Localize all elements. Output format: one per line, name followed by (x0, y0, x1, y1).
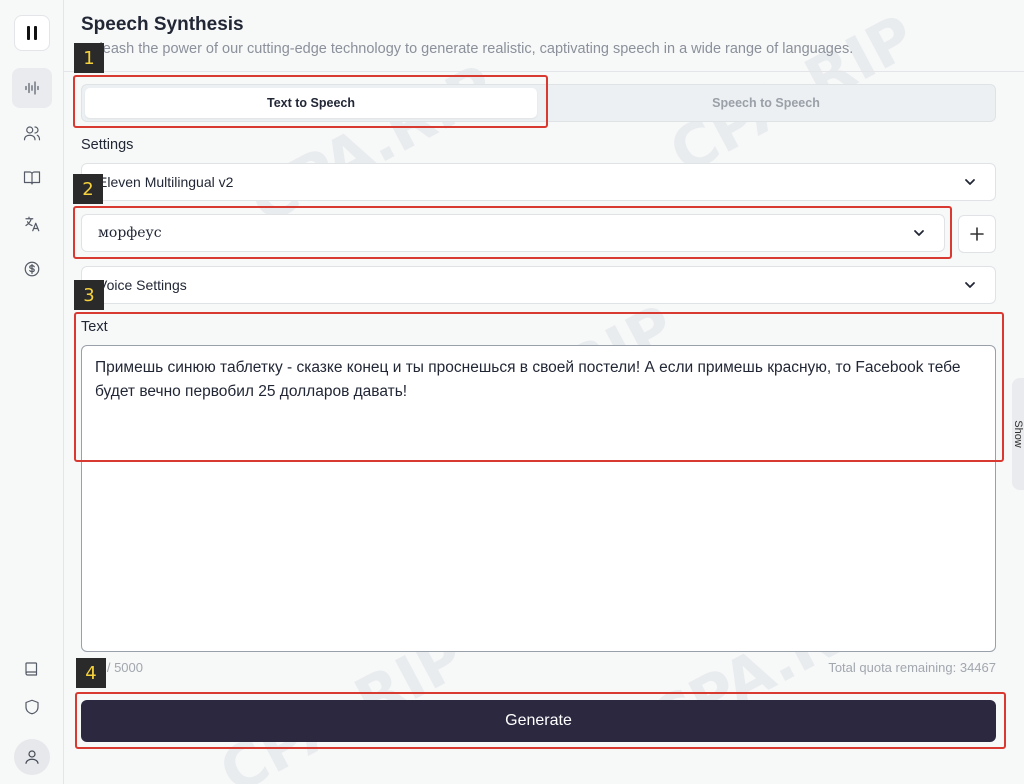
show-panel-tab[interactable]: Show (1012, 378, 1024, 490)
sidebar-item-dubbing[interactable] (12, 204, 52, 244)
app-logo-icon[interactable] (14, 15, 50, 51)
annotation-box-1 (73, 75, 548, 128)
open-book-icon (23, 171, 41, 185)
sidebar-item-billing[interactable] (12, 249, 52, 289)
chevron-down-icon (963, 278, 977, 292)
annotation-box-3 (74, 312, 1004, 462)
dollar-circle-icon (24, 261, 40, 277)
page-title: Speech Synthesis (81, 14, 244, 35)
translate-icon (25, 216, 40, 232)
header-divider (64, 71, 1024, 72)
chevron-down-icon (963, 175, 977, 189)
sidebar-item-docs[interactable] (12, 649, 52, 689)
annotation-label-1: 1 (74, 43, 104, 73)
settings-label: Settings (81, 137, 134, 153)
annotation-box-4 (75, 692, 1006, 749)
user-icon (25, 750, 39, 764)
plus-icon (970, 227, 984, 241)
annotation-label-2: 2 (73, 174, 103, 204)
show-label: Show (1012, 420, 1024, 448)
sidebar-item-projects[interactable] (12, 158, 52, 198)
avatar[interactable] (14, 739, 50, 775)
annotation-label-3: 3 (74, 280, 104, 310)
sidebar-item-security[interactable] (12, 687, 52, 727)
add-voice-button[interactable] (958, 215, 996, 253)
voice-settings-label: Voice Settings (98, 277, 187, 293)
users-icon (23, 126, 41, 141)
annotation-box-2 (73, 206, 952, 259)
shield-icon (25, 699, 39, 715)
page-subtitle: Unleash the power of our cutting-edge te… (81, 41, 854, 57)
model-select-value: Eleven Multilingual v2 (98, 174, 234, 190)
quota-remaining: Total quota remaining: 34467 (828, 660, 996, 675)
waveform-icon (25, 81, 39, 95)
annotation-label-4: 4 (76, 658, 106, 688)
tab-speech-to-speech[interactable]: Speech to Speech (540, 88, 992, 118)
model-select[interactable]: Eleven Multilingual v2 (81, 163, 996, 201)
book-icon (25, 662, 38, 676)
voice-settings-select[interactable]: Voice Settings (81, 266, 996, 304)
sidebar-item-voices[interactable] (12, 113, 52, 153)
sidebar (0, 0, 64, 784)
sidebar-item-speech-synthesis[interactable] (12, 68, 52, 108)
